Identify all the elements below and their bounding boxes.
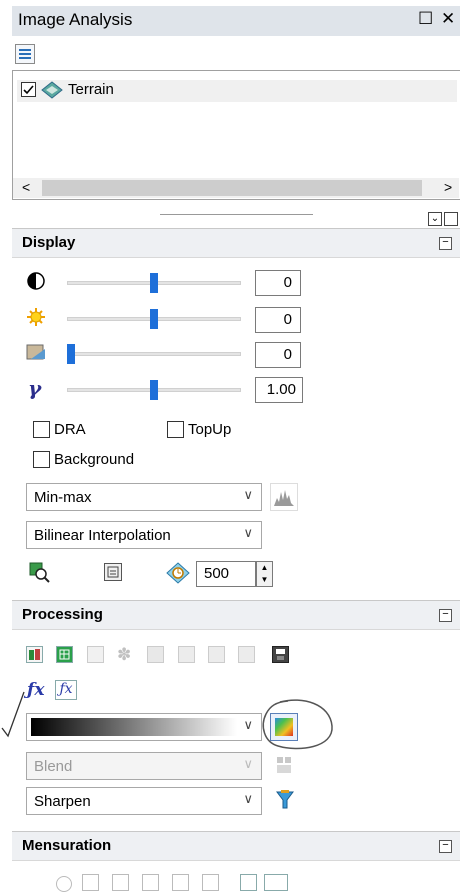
- measure-distance-icon[interactable]: [82, 874, 99, 891]
- blend-select: Blend ∨: [26, 752, 262, 780]
- hand-circle-annotation: [262, 699, 333, 750]
- background-checkbox[interactable]: [33, 451, 50, 468]
- diag-gray-icon-1: [178, 646, 195, 663]
- contrast-slider-thumb[interactable]: [150, 273, 158, 293]
- chevron-down-icon: ∨: [243, 717, 253, 732]
- filter-icon[interactable]: [274, 789, 296, 811]
- chevron-down-icon: ∨: [243, 487, 253, 502]
- filter-select[interactable]: Sharpen ∨: [26, 787, 262, 815]
- mensuration-section-header[interactable]: Mensuration −: [12, 831, 460, 861]
- transparency-icon: [26, 342, 46, 362]
- transparency-slider[interactable]: [67, 352, 241, 356]
- dra-label: DRA: [54, 421, 86, 438]
- measure-centroid-icon[interactable]: [172, 874, 189, 891]
- processing-section-header[interactable]: Processing −: [12, 600, 460, 630]
- zoom-to-resolution-icon[interactable]: [28, 561, 50, 583]
- refresh-interval-value[interactable]: 500: [196, 561, 256, 587]
- gamma-slider-thumb[interactable]: [150, 380, 158, 400]
- resampling-value: Bilinear Interpolation: [34, 527, 171, 544]
- stack-icon: [87, 646, 104, 663]
- contrast-value[interactable]: 0: [255, 270, 301, 296]
- save-icon[interactable]: [272, 646, 289, 663]
- display-section-header[interactable]: Display −: [12, 228, 460, 258]
- collapse-processing-icon[interactable]: −: [439, 609, 452, 622]
- brightness-value[interactable]: 0: [255, 307, 301, 333]
- add-blend-icon: [274, 754, 296, 776]
- stretch-select[interactable]: Min-max ∨: [26, 483, 262, 511]
- stretch-value: Min-max: [34, 489, 92, 506]
- gamma-value[interactable]: 1.00: [255, 377, 303, 403]
- scroll-thumb[interactable]: [42, 180, 422, 196]
- layer-checkbox[interactable]: [21, 82, 36, 97]
- gradient-swatch: [31, 718, 237, 736]
- display-title: Display: [22, 234, 76, 251]
- background-label: Background: [54, 451, 135, 468]
- color-ramp-select[interactable]: ∨: [26, 713, 262, 741]
- transparency-slider-thumb[interactable]: [67, 344, 75, 364]
- splitter[interactable]: [160, 214, 313, 215]
- diag-gray-icon-2: [208, 646, 225, 663]
- window-title: Image Analysis: [18, 10, 133, 29]
- close-button[interactable]: ✕: [441, 9, 455, 29]
- transparency-value[interactable]: 0: [255, 342, 301, 368]
- hand-checkmark-annotation: [1, 691, 25, 738]
- measure-height-icon[interactable]: [112, 874, 129, 891]
- chevron-down-icon: ∨: [243, 525, 253, 540]
- topup-label: TopUp: [188, 421, 232, 438]
- dra-checkbox[interactable]: [33, 421, 50, 438]
- collapse-mensuration-icon[interactable]: −: [439, 840, 452, 853]
- collapse-display-icon[interactable]: −: [439, 237, 452, 250]
- function-icon[interactable]: ƒx: [27, 680, 44, 700]
- diag-gray-icon-3: [238, 646, 255, 663]
- expand-all-icon[interactable]: [444, 212, 458, 226]
- brightness-icon: [26, 307, 46, 327]
- chevron-down-icon: ∨: [243, 756, 253, 771]
- mensuration-options-icon[interactable]: [240, 874, 257, 891]
- grid-icon[interactable]: [56, 646, 73, 663]
- function-template-icon[interactable]: ƒx: [55, 680, 77, 700]
- resampling-select[interactable]: Bilinear Interpolation ∨: [26, 521, 262, 549]
- gamma-icon: γ: [28, 376, 42, 400]
- scroll-left-button[interactable]: <: [22, 179, 30, 195]
- measure-point-icon[interactable]: [56, 876, 72, 892]
- chevron-down-icon: ∨: [243, 791, 253, 806]
- mensuration-results-icon[interactable]: [264, 874, 288, 891]
- scroll-right-button[interactable]: >: [444, 179, 452, 195]
- measure-area-icon[interactable]: [142, 874, 159, 891]
- blend-value: Blend: [34, 758, 73, 775]
- contrast-icon: [26, 271, 46, 291]
- mensuration-title: Mensuration: [22, 837, 112, 854]
- properties-icon[interactable]: [104, 563, 122, 581]
- measure-shadow-icon[interactable]: [202, 874, 219, 891]
- topup-checkbox[interactable]: [167, 421, 184, 438]
- leaf-icon: ✽: [117, 645, 132, 664]
- brightness-slider-thumb[interactable]: [150, 309, 158, 329]
- refresh-timer-icon: [166, 562, 190, 584]
- float-button[interactable]: ☐: [418, 9, 433, 29]
- mosaic-rule-icon[interactable]: [26, 646, 43, 663]
- histogram-icon[interactable]: [270, 483, 298, 511]
- filter-value: Sharpen: [34, 793, 91, 810]
- raster-layer-icon: [41, 80, 63, 100]
- layers-gray-icon: [147, 646, 164, 663]
- processing-title: Processing: [22, 606, 103, 623]
- options-icon[interactable]: [15, 44, 35, 64]
- layer-name: Terrain: [68, 81, 114, 98]
- collapse-all-icon[interactable]: ⌄: [428, 212, 442, 226]
- refresh-interval-stepper[interactable]: ▲ ▼: [256, 561, 273, 587]
